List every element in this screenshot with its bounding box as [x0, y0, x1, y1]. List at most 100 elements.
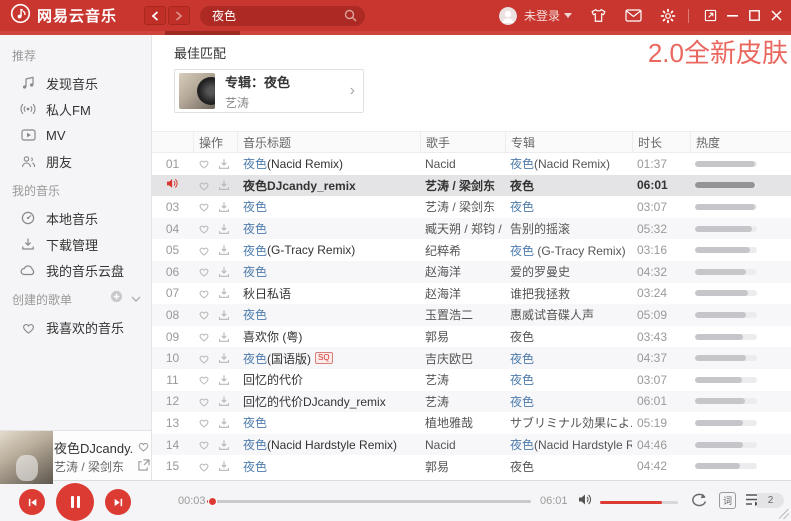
lyrics-icon[interactable]: 词 [719, 492, 736, 509]
sidebar-item-personal-fm[interactable]: 私人FM [0, 96, 151, 122]
download-icon[interactable] [218, 179, 230, 191]
song-artist[interactable]: 臧天朔 / 郑钧 / 唐... [420, 220, 505, 237]
song-album[interactable]: 夜色 [505, 328, 632, 345]
song-artist[interactable]: 吉庆欧巴 [420, 350, 505, 367]
song-album[interactable]: 谁把我拯救 [505, 285, 632, 302]
song-artist[interactable]: 郭易 [420, 458, 505, 475]
sidebar-item-download-manager[interactable]: 下载管理 [0, 231, 151, 257]
progress-bar[interactable] [207, 500, 531, 503]
download-icon[interactable] [218, 158, 230, 170]
like-icon[interactable] [198, 352, 210, 364]
song-album[interactable]: 夜色 [505, 177, 632, 194]
song-album[interactable]: 夜色 [505, 393, 632, 410]
like-icon[interactable] [198, 395, 210, 407]
table-row[interactable]: 06 夜色 赵海洋 爱的罗曼史 04:32 [152, 261, 791, 283]
song-artist[interactable]: 艺涛 / 梁剑东 [420, 177, 505, 194]
song-artist[interactable]: 艺涛 / 梁剑东 [420, 198, 505, 215]
now-playing-cover[interactable] [0, 431, 53, 484]
download-icon[interactable] [218, 352, 230, 364]
maximize-button[interactable] [743, 0, 765, 31]
search-icon[interactable] [344, 9, 357, 27]
like-icon[interactable] [198, 158, 210, 170]
next-button[interactable] [105, 489, 131, 515]
skin-icon[interactable] [590, 8, 607, 23]
sidebar-item-liked-music[interactable]: 我喜欢的音乐 [0, 314, 151, 340]
now-playing-title[interactable]: 夜色DJcandy... [54, 438, 132, 457]
download-icon[interactable] [218, 266, 230, 278]
pause-button[interactable] [56, 483, 94, 521]
minimize-button[interactable] [721, 0, 743, 31]
search-input[interactable] [200, 9, 330, 23]
song-title-keyword[interactable]: 夜色 [243, 414, 267, 431]
song-title-keyword[interactable]: 夜色 [243, 198, 267, 215]
download-icon[interactable] [218, 223, 230, 235]
download-icon[interactable] [218, 309, 230, 321]
message-icon[interactable] [625, 9, 642, 22]
sidebar-item-friends[interactable]: 朋友 [0, 148, 151, 174]
collapse-playlists-icon[interactable] [131, 291, 141, 305]
song-artist[interactable]: 赵海洋 [420, 285, 505, 302]
table-row[interactable]: 09 喜欢你 (粤) 郭易 夜色 03:43 [152, 326, 791, 348]
download-icon[interactable] [218, 287, 230, 299]
song-album[interactable]: 惠威试音碟人声 [505, 306, 632, 323]
settings-icon[interactable] [660, 8, 676, 24]
like-song-icon[interactable] [137, 439, 150, 457]
song-album[interactable]: サブリミナル効果によ... [505, 414, 632, 431]
song-title-keyword[interactable]: 夜色 [243, 155, 267, 172]
like-icon[interactable] [198, 439, 210, 451]
table-row[interactable]: 04 夜色 臧天朔 / 郑钧 / 唐... 告别的摇滚 05:32 [152, 218, 791, 240]
song-title-keyword[interactable]: 夜色 [243, 306, 267, 323]
add-playlist-icon[interactable] [110, 290, 123, 306]
like-icon[interactable] [198, 223, 210, 235]
app-logo[interactable]: 网易云音乐 [0, 3, 142, 29]
download-icon[interactable] [218, 244, 230, 256]
song-title-keyword[interactable]: 夜色 [243, 242, 267, 259]
table-row[interactable]: 07 秋日私语 赵海洋 谁把我拯救 03:24 [152, 283, 791, 305]
resize-grip[interactable] [779, 509, 789, 519]
avatar[interactable] [499, 7, 517, 25]
back-button[interactable] [144, 6, 166, 25]
song-title-keyword[interactable]: 夜色 [243, 220, 267, 237]
table-row[interactable]: 13 夜色 植地雅哉 サブリミナル効果によ... 05:19 [152, 412, 791, 434]
song-album[interactable]: 夜色(Nacid Hardstyle R... [505, 436, 632, 453]
download-icon[interactable] [218, 201, 230, 213]
like-icon[interactable] [198, 331, 210, 343]
like-icon[interactable] [198, 309, 210, 321]
download-icon[interactable] [218, 417, 230, 429]
song-artist[interactable]: 郭易 [420, 328, 505, 345]
like-icon[interactable] [198, 201, 210, 213]
mini-mode-button[interactable] [699, 0, 721, 31]
download-icon[interactable] [218, 439, 230, 451]
like-icon[interactable] [198, 374, 210, 386]
sidebar-item-music-cloud-disk[interactable]: 我的音乐云盘 [0, 257, 151, 283]
table-row[interactable]: 夜色DJcandy_remix 艺涛 / 梁剑东 夜色 06:01 [152, 175, 791, 197]
table-row[interactable]: 10 夜色(国语版)SQ 吉庆欧巴 夜色 04:37 [152, 347, 791, 369]
sidebar-item-local-music[interactable]: 本地音乐 [0, 205, 151, 231]
table-row[interactable]: 03 夜色 艺涛 / 梁剑东 夜色 03:07 [152, 196, 791, 218]
previous-button[interactable] [19, 489, 45, 515]
close-button[interactable] [765, 0, 787, 31]
song-artist[interactable]: 纪粹希 [420, 242, 505, 259]
now-playing-artist[interactable]: 艺涛 / 梁剑东 [54, 458, 124, 475]
download-icon[interactable] [218, 331, 230, 343]
search-box[interactable] [200, 6, 365, 26]
song-album[interactable]: 夜色 [505, 458, 632, 475]
table-row[interactable]: 12 回忆的代价DJcandy_remix 艺涛 夜色 06:01 [152, 391, 791, 413]
table-row[interactable]: 14 夜色(Nacid Hardstyle Remix) Nacid 夜色(Na… [152, 434, 791, 456]
share-icon[interactable] [137, 458, 150, 476]
song-artist[interactable]: 赵海洋 [420, 263, 505, 280]
song-album[interactable]: 夜色 [505, 198, 632, 215]
best-match-album-card[interactable]: 专辑：夜色 艺涛 › [174, 69, 364, 113]
volume-icon[interactable] [578, 493, 593, 511]
song-title-keyword[interactable]: 夜色 [243, 263, 267, 280]
table-row[interactable]: 01 夜色(Nacid Remix) Nacid 夜色(Nacid Remix)… [152, 153, 791, 175]
song-album[interactable]: 告别的摇滚 [505, 220, 632, 237]
song-title-keyword[interactable]: 夜色 [243, 350, 267, 367]
download-icon[interactable] [218, 374, 230, 386]
table-row[interactable]: 11 回忆的代价 艺涛 夜色 03:07 [152, 369, 791, 391]
queue-count-badge[interactable]: 2 [757, 493, 784, 508]
like-icon[interactable] [198, 266, 210, 278]
sidebar-item-mv[interactable]: MV [0, 122, 151, 148]
chevron-down-icon[interactable] [564, 13, 572, 18]
song-artist[interactable]: Nacid [420, 157, 505, 171]
